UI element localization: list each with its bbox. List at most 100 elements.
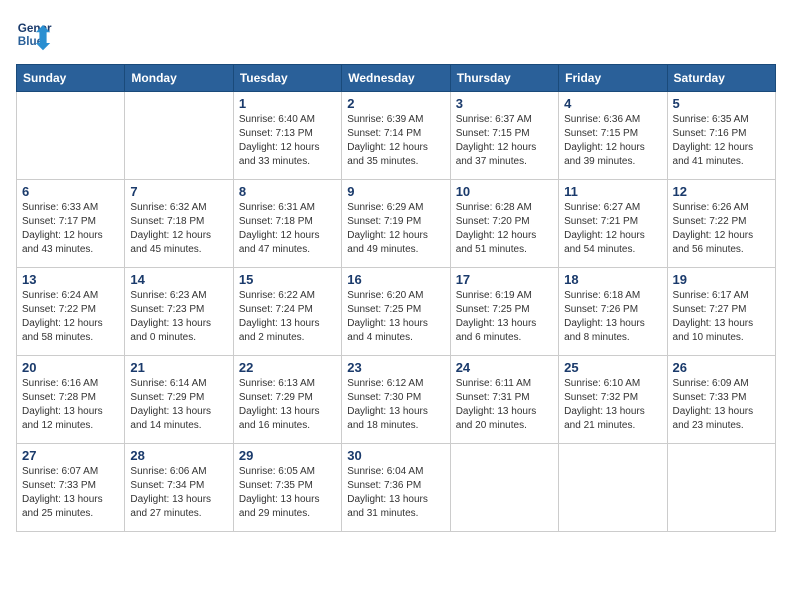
day-number: 1: [239, 96, 336, 111]
calendar-day-cell: 10 Sunrise: 6:28 AMSunset: 7:20 PMDayligh…: [450, 180, 558, 268]
calendar-day-cell: 18 Sunrise: 6:18 AMSunset: 7:26 PMDayligh…: [559, 268, 667, 356]
day-number: 17: [456, 272, 553, 287]
calendar-day-cell: 28Sunrise: 6:06 AMSunset: 7:34 PMDayligh…: [125, 444, 233, 532]
calendar-day-cell: 29Sunrise: 6:05 AMSunset: 7:35 PMDayligh…: [233, 444, 341, 532]
weekday-header-cell: Sunday: [17, 65, 125, 92]
day-number: 30: [347, 448, 444, 463]
day-info: Sunrise: 6:10 AMSunset: 7:32 PMDaylight:…: [564, 377, 661, 433]
calendar-day-cell: 4 Sunrise: 6:36 AMSunset: 7:15 PMDaylight…: [559, 92, 667, 180]
calendar-week-row: 13 Sunrise: 6:24 AMSunset: 7:22 PMDayligh…: [17, 268, 776, 356]
calendar-table: SundayMondayTuesdayWednesdayThursdayFrid…: [16, 64, 776, 532]
day-number: 13: [22, 272, 119, 287]
calendar-day-cell: 19 Sunrise: 6:17 AMSunset: 7:27 PMDayligh…: [667, 268, 775, 356]
weekday-header-cell: Thursday: [450, 65, 558, 92]
calendar-week-row: 27Sunrise: 6:07 AMSunset: 7:33 PMDayligh…: [17, 444, 776, 532]
day-info: Sunrise: 6:26 AMSunset: 7:22 PMDaylight:…: [673, 201, 770, 257]
day-info: Sunrise: 6:33 AMSunset: 7:17 PMDaylight:…: [22, 201, 119, 257]
calendar-day-cell: 16 Sunrise: 6:20 AMSunset: 7:25 PMDayligh…: [342, 268, 450, 356]
calendar-day-cell: 24 Sunrise: 6:11 AMSunset: 7:31 PMDayligh…: [450, 356, 558, 444]
day-number: 11: [564, 184, 661, 199]
day-number: 5: [673, 96, 770, 111]
calendar-day-cell: 11 Sunrise: 6:27 AMSunset: 7:21 PMDayligh…: [559, 180, 667, 268]
day-info: Sunrise: 6:12 AMSunset: 7:30 PMDaylight:…: [347, 377, 444, 433]
day-info: Sunrise: 6:22 AMSunset: 7:24 PMDaylight:…: [239, 289, 336, 345]
day-info: Sunrise: 6:24 AMSunset: 7:22 PMDaylight:…: [22, 289, 119, 345]
day-number: 7: [130, 184, 227, 199]
day-info: Sunrise: 6:18 AMSunset: 7:26 PMDaylight:…: [564, 289, 661, 345]
day-number: 19: [673, 272, 770, 287]
weekday-header-cell: Tuesday: [233, 65, 341, 92]
day-info: Sunrise: 6:19 AMSunset: 7:25 PMDaylight:…: [456, 289, 553, 345]
calendar-week-row: 6 Sunrise: 6:33 AMSunset: 7:17 PMDaylight…: [17, 180, 776, 268]
calendar-day-cell: 21 Sunrise: 6:14 AMSunset: 7:29 PMDayligh…: [125, 356, 233, 444]
calendar-week-row: 20 Sunrise: 6:16 AMSunset: 7:28 PMDayligh…: [17, 356, 776, 444]
day-info: Sunrise: 6:11 AMSunset: 7:31 PMDaylight:…: [456, 377, 553, 433]
day-number: 26: [673, 360, 770, 375]
page-header: General Blue: [16, 16, 776, 52]
day-info: Sunrise: 6:23 AMSunset: 7:23 PMDaylight:…: [130, 289, 227, 345]
day-number: 20: [22, 360, 119, 375]
day-info: Sunrise: 6:16 AMSunset: 7:28 PMDaylight:…: [22, 377, 119, 433]
day-number: 22: [239, 360, 336, 375]
calendar-day-cell: 15 Sunrise: 6:22 AMSunset: 7:24 PMDayligh…: [233, 268, 341, 356]
calendar-day-cell: 9Sunrise: 6:29 AMSunset: 7:19 PMDaylight…: [342, 180, 450, 268]
day-info: Sunrise: 6:17 AMSunset: 7:27 PMDaylight:…: [673, 289, 770, 345]
day-number: 21: [130, 360, 227, 375]
calendar-day-cell: 30 Sunrise: 6:04 AMSunset: 7:36 PMDayligh…: [342, 444, 450, 532]
day-info: Sunrise: 6:09 AMSunset: 7:33 PMDaylight:…: [673, 377, 770, 433]
calendar-day-cell: 2Sunrise: 6:39 AMSunset: 7:14 PMDaylight…: [342, 92, 450, 180]
day-number: 24: [456, 360, 553, 375]
calendar-body: 1 Sunrise: 6:40 AMSunset: 7:13 PMDaylight…: [17, 92, 776, 532]
day-number: 4: [564, 96, 661, 111]
day-info: Sunrise: 6:37 AMSunset: 7:15 PMDaylight:…: [456, 113, 553, 169]
weekday-header-cell: Friday: [559, 65, 667, 92]
day-info: Sunrise: 6:28 AMSunset: 7:20 PMDaylight:…: [456, 201, 553, 257]
calendar-day-cell: [559, 444, 667, 532]
day-info: Sunrise: 6:27 AMSunset: 7:21 PMDaylight:…: [564, 201, 661, 257]
calendar-day-cell: 20 Sunrise: 6:16 AMSunset: 7:28 PMDayligh…: [17, 356, 125, 444]
day-number: 14: [130, 272, 227, 287]
calendar-day-cell: 1 Sunrise: 6:40 AMSunset: 7:13 PMDaylight…: [233, 92, 341, 180]
day-number: 16: [347, 272, 444, 287]
day-info: Sunrise: 6:05 AMSunset: 7:35 PMDaylight:…: [239, 465, 336, 521]
calendar-day-cell: 12 Sunrise: 6:26 AMSunset: 7:22 PMDayligh…: [667, 180, 775, 268]
calendar-day-cell: [450, 444, 558, 532]
day-number: 25: [564, 360, 661, 375]
day-number: 6: [22, 184, 119, 199]
svg-text:General: General: [18, 22, 52, 35]
day-info: Sunrise: 6:20 AMSunset: 7:25 PMDaylight:…: [347, 289, 444, 345]
day-info: Sunrise: 6:04 AMSunset: 7:36 PMDaylight:…: [347, 465, 444, 521]
day-info: Sunrise: 6:35 AMSunset: 7:16 PMDaylight:…: [673, 113, 770, 169]
day-info: Sunrise: 6:29 AMSunset: 7:19 PMDaylight:…: [347, 201, 444, 257]
logo: General Blue: [16, 16, 52, 52]
day-number: 12: [673, 184, 770, 199]
day-number: 23: [347, 360, 444, 375]
calendar-day-cell: 3 Sunrise: 6:37 AMSunset: 7:15 PMDaylight…: [450, 92, 558, 180]
weekday-header-row: SundayMondayTuesdayWednesdayThursdayFrid…: [17, 65, 776, 92]
day-info: Sunrise: 6:36 AMSunset: 7:15 PMDaylight:…: [564, 113, 661, 169]
calendar-day-cell: 8Sunrise: 6:31 AMSunset: 7:18 PMDaylight…: [233, 180, 341, 268]
calendar-day-cell: [17, 92, 125, 180]
day-number: 3: [456, 96, 553, 111]
day-number: 18: [564, 272, 661, 287]
day-number: 2: [347, 96, 444, 111]
calendar-day-cell: [667, 444, 775, 532]
weekday-header-cell: Monday: [125, 65, 233, 92]
day-info: Sunrise: 6:13 AMSunset: 7:29 PMDaylight:…: [239, 377, 336, 433]
calendar-day-cell: [125, 92, 233, 180]
calendar-day-cell: 22 Sunrise: 6:13 AMSunset: 7:29 PMDayligh…: [233, 356, 341, 444]
day-number: 10: [456, 184, 553, 199]
calendar-day-cell: 13 Sunrise: 6:24 AMSunset: 7:22 PMDayligh…: [17, 268, 125, 356]
day-number: 8: [239, 184, 336, 199]
day-number: 27: [22, 448, 119, 463]
calendar-day-cell: 26 Sunrise: 6:09 AMSunset: 7:33 PMDayligh…: [667, 356, 775, 444]
calendar-day-cell: 25 Sunrise: 6:10 AMSunset: 7:32 PMDayligh…: [559, 356, 667, 444]
calendar-day-cell: 6 Sunrise: 6:33 AMSunset: 7:17 PMDaylight…: [17, 180, 125, 268]
logo-icon: General Blue: [16, 16, 52, 52]
day-info: Sunrise: 6:06 AMSunset: 7:34 PMDaylight:…: [130, 465, 227, 521]
day-number: 15: [239, 272, 336, 287]
calendar-day-cell: 7Sunrise: 6:32 AMSunset: 7:18 PMDaylight…: [125, 180, 233, 268]
calendar-day-cell: 17 Sunrise: 6:19 AMSunset: 7:25 PMDayligh…: [450, 268, 558, 356]
day-info: Sunrise: 6:40 AMSunset: 7:13 PMDaylight:…: [239, 113, 336, 169]
day-info: Sunrise: 6:14 AMSunset: 7:29 PMDaylight:…: [130, 377, 227, 433]
